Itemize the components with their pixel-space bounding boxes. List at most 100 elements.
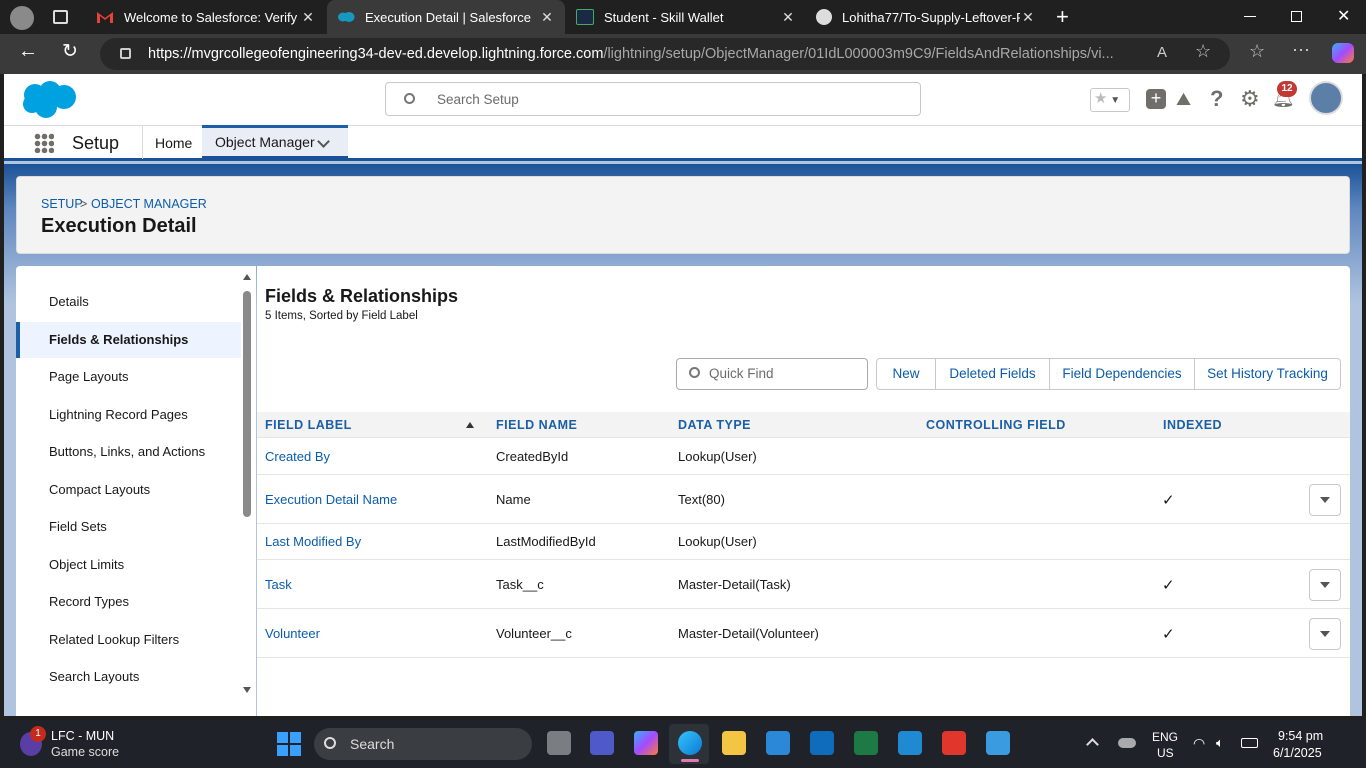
minimize-button[interactable] — [1244, 16, 1256, 17]
close-window-button[interactable]: ✕ — [1337, 6, 1350, 26]
wifi-icon[interactable]: ◠ — [1193, 735, 1205, 752]
start-button-icon[interactable] — [277, 732, 301, 756]
field-label-link[interactable]: Task — [265, 577, 292, 592]
field-name: Name — [496, 491, 531, 507]
language-code[interactable]: ENG — [1152, 730, 1178, 744]
profile-avatar-icon[interactable] — [10, 6, 34, 30]
sidebar-item[interactable]: Fields & Relationships — [16, 321, 241, 358]
teams-icon[interactable] — [590, 731, 614, 755]
deleted-fields-button[interactable]: Deleted Fields — [935, 358, 1050, 390]
vscode-icon[interactable] — [898, 731, 922, 755]
battery-icon[interactable] — [1241, 738, 1258, 748]
row-actions-dropdown[interactable] — [1309, 483, 1341, 516]
nav-tab-label: Object Manager — [215, 134, 315, 150]
copilot-icon[interactable] — [1332, 43, 1354, 63]
field-label-link[interactable]: Volunteer — [265, 626, 320, 641]
field-dependencies-button[interactable]: Field Dependencies — [1049, 358, 1195, 390]
column-field-label[interactable]: FIELD LABEL — [265, 418, 352, 432]
refresh-icon[interactable]: ↻ — [62, 40, 78, 63]
new-button[interactable]: New — [876, 358, 936, 390]
sidebar-item[interactable]: Lightning Record Pages — [16, 397, 241, 433]
page-title: Execution Detail — [41, 215, 197, 237]
column-field-name: FIELD NAME — [496, 418, 578, 432]
favorite-star-icon[interactable]: ☆ — [1195, 41, 1211, 62]
breadcrumb-object-manager[interactable]: OBJECT MANAGER — [91, 197, 207, 211]
settings-gear-icon[interactable]: ⚙ — [1240, 86, 1260, 112]
task-view-icon[interactable] — [547, 731, 571, 755]
volume-icon[interactable]: 🔈︎ — [1216, 735, 1224, 751]
excel-icon[interactable] — [854, 731, 878, 755]
sidebar-item[interactable]: Compact Layouts — [16, 472, 241, 508]
sidebar-item[interactable]: Related Lookup Filters — [16, 622, 241, 658]
quick-find-box[interactable]: Quick Find — [676, 358, 868, 390]
close-tab-icon[interactable]: ✕ — [300, 9, 316, 26]
tab-title: Student - Skill Wallet — [604, 9, 724, 25]
file-explorer-icon[interactable] — [722, 731, 746, 755]
gmail-icon — [97, 12, 113, 23]
user-avatar[interactable] — [1309, 81, 1343, 115]
clock-time[interactable]: 9:54 pm — [1278, 729, 1323, 743]
salesforce-page: Search Setup ★ ▼ + ⛰ ? ⚙ 🔔︎ 12 Setup Hom… — [4, 74, 1362, 716]
sidebar-item[interactable]: Field Sets — [16, 509, 241, 545]
quick-find-input[interactable]: Quick Find — [709, 366, 774, 381]
sort-ascending-icon[interactable] — [466, 422, 474, 428]
field-label-link[interactable]: Created By — [265, 449, 330, 464]
tab-gmail[interactable]: Welcome to Salesforce: Verify you ✕ — [86, 0, 326, 34]
sidebar-item[interactable]: Search Layouts — [16, 659, 241, 695]
field-label-link[interactable]: Last Modified By — [265, 534, 361, 549]
sidebar-item[interactable]: Details — [16, 284, 241, 320]
sidebar-item[interactable]: Object Limits — [16, 547, 241, 583]
close-tab-icon[interactable]: ✕ — [1020, 9, 1036, 26]
outlook-icon[interactable] — [810, 731, 834, 755]
nav-tab-object-manager[interactable]: Object Manager — [202, 125, 348, 159]
table-row: Created By CreatedById Lookup(User) — [257, 438, 1350, 475]
app-launcher-icon[interactable] — [34, 133, 54, 153]
chevron-down-icon[interactable] — [317, 135, 330, 148]
salesforce-logo-icon[interactable] — [20, 80, 78, 120]
restore-button[interactable] — [1291, 11, 1302, 22]
onedrive-icon[interactable] — [1118, 738, 1136, 748]
row-actions-dropdown[interactable] — [1309, 568, 1341, 601]
address-bar[interactable]: https://mvgrcollegeofengineering34-dev-e… — [100, 38, 1230, 70]
scroll-down-arrow[interactable] — [243, 687, 251, 693]
favorites-list-icon[interactable]: ☆ — [1249, 41, 1265, 62]
field-label-link[interactable]: Execution Detail Name — [265, 492, 397, 507]
lock-icon — [120, 48, 131, 59]
trailhead-icon[interactable]: ⛰ — [1176, 89, 1191, 110]
copilot-app-icon[interactable] — [634, 731, 658, 755]
row-actions-dropdown[interactable] — [1309, 617, 1341, 650]
tab-skill-wallet[interactable]: Student - Skill Wallet ✕ — [566, 0, 806, 34]
scrollbar-thumb[interactable] — [243, 291, 251, 517]
new-tab-button[interactable]: + — [1056, 4, 1069, 30]
setup-search-box[interactable]: Search Setup — [385, 82, 921, 116]
tab-salesforce[interactable]: Execution Detail | Salesforce ✕ — [327, 0, 565, 34]
sidebar-item[interactable]: Record Types — [16, 584, 241, 620]
scroll-up-arrow[interactable] — [243, 274, 251, 280]
sidebar-item[interactable]: Page Layouts — [16, 359, 241, 395]
clock-date: 6/1/2025 — [1273, 746, 1322, 760]
tab-actions-icon[interactable] — [53, 10, 68, 24]
microsoft-store-icon[interactable] — [766, 731, 790, 755]
search-input[interactable]: Search Setup — [437, 92, 519, 107]
tab-github[interactable]: Lohitha77/To-Supply-Leftover-Fo ✕ — [806, 0, 1046, 34]
widget-title[interactable]: LFC - MUN — [51, 729, 114, 743]
favorites-star-icon[interactable]: ★ ▼ — [1090, 88, 1130, 112]
set-history-tracking-button[interactable]: Set History Tracking — [1194, 358, 1341, 390]
global-actions-add-icon[interactable]: + — [1146, 89, 1166, 109]
photos-icon[interactable] — [986, 731, 1010, 755]
more-menu-icon[interactable]: ⋯ — [1292, 40, 1310, 61]
scrollbar-track[interactable] — [243, 274, 251, 694]
sidebar-item[interactable]: Buttons, Links, and Actions — [16, 434, 241, 470]
breadcrumb-setup[interactable]: SETUP — [41, 197, 83, 211]
back-icon[interactable]: ← — [18, 40, 38, 63]
taskbar-search-box[interactable]: Search — [314, 728, 532, 760]
nav-tab-home[interactable]: Home — [155, 135, 192, 151]
read-aloud-icon[interactable]: A — [1157, 44, 1167, 61]
edge-browser-icon[interactable] — [678, 731, 702, 755]
wps-office-icon[interactable] — [942, 731, 966, 755]
breadcrumb-separator: > — [80, 197, 88, 211]
field-name: LastModifiedById — [496, 534, 596, 549]
help-icon[interactable]: ? — [1210, 86, 1223, 112]
close-tab-icon[interactable]: ✕ — [539, 9, 555, 26]
close-tab-icon[interactable]: ✕ — [780, 9, 796, 26]
